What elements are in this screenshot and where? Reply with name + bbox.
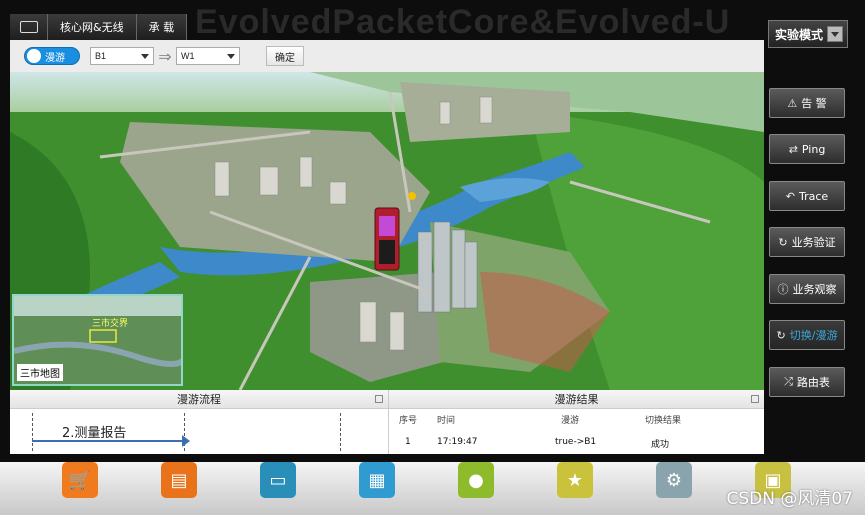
result-panel-title: 漫游结果 — [554, 393, 599, 406]
route-table-label: 路由表 — [796, 376, 830, 389]
calendar-icon[interactable]: ▦ — [359, 462, 395, 498]
target-cell-value: W1 — [181, 51, 195, 61]
background-banner-text: EvolvedPacketCore&Evolved-U — [195, 4, 731, 40]
chevron-down-icon — [827, 26, 843, 42]
flow-arrow — [32, 435, 190, 447]
refresh-icon: ↻ — [778, 235, 788, 249]
shuffle-icon: ⤮ — [784, 375, 793, 388]
route-table-button[interactable]: ⤮ 路由表 — [769, 367, 845, 397]
double-arrow-icon: ⇒ — [158, 46, 172, 66]
chat-icon[interactable]: ● — [458, 462, 494, 498]
service-verify-label: 业务验证 — [791, 236, 836, 249]
handover-roam-button[interactable]: ↻ 切换/漫游 — [769, 320, 845, 350]
result-panel-header: 漫游结果 — [388, 390, 764, 409]
target-cell-select[interactable]: W1 — [176, 47, 240, 65]
column-header-time: 时间 — [437, 416, 456, 426]
breadcrumb-item-core-wireless[interactable]: 核心网&无线 — [48, 14, 137, 40]
maximize-icon[interactable] — [375, 395, 383, 403]
toggle-knob — [27, 49, 41, 63]
cart-icon[interactable]: 🛒 — [62, 462, 98, 498]
row-result: 成功 — [651, 440, 670, 450]
row-roam: true->B1 — [555, 437, 597, 447]
handover-roam-label: 切换/漫游 — [789, 329, 838, 342]
flow-step-label: 2.测量报告 — [62, 426, 127, 441]
column-header-index: 序号 — [399, 416, 418, 426]
flow-panel-header: 漫游流程 — [10, 390, 388, 409]
flow-panel-body: 2.测量报告 — [10, 409, 388, 454]
minimap-label: 三市地图 — [17, 364, 63, 381]
breadcrumb: 核心网&无线 承 载 — [10, 14, 188, 40]
service-observe-button[interactable]: ⓘ 业务观察 — [769, 274, 845, 304]
maximize-icon[interactable] — [751, 395, 759, 403]
mode-select[interactable]: 实验模式 — [768, 20, 848, 48]
result-table: 序号 时间 漫游 切换结果 1 17:19:47 true->B1 成功 — [388, 409, 764, 454]
roam-toolbar: 漫游 B1 ⇒ W1 确定 — [10, 40, 764, 72]
bottom-panels: 漫游流程 2.测量报告 漫游结果 序号 时间 漫游 切换结果 1 17:19:4… — [10, 390, 764, 454]
row-index: 1 — [405, 437, 411, 447]
roam-toggle[interactable]: 漫游 — [24, 47, 80, 65]
column-header-result: 切换结果 — [645, 416, 682, 426]
flow-panel-title: 漫游流程 — [177, 393, 221, 406]
watermark: CSDN @风清07 — [726, 489, 853, 509]
home-icon[interactable] — [10, 14, 48, 40]
handover-icon: ↻ — [776, 328, 786, 342]
app-window: EvolvedPacketCore&Evolved-U 核心网&无线 承 载 漫… — [0, 0, 865, 462]
mode-label: 实验模式 — [775, 27, 824, 42]
minimap[interactable]: 三市交界 三市地图 — [12, 294, 183, 386]
gear-icon[interactable]: ⚙ — [656, 462, 692, 498]
ping-button-label: Ping — [801, 142, 826, 156]
alarm-button-label: 告 警 — [801, 97, 827, 110]
ping-button[interactable]: ⇄ Ping — [769, 134, 845, 164]
action-sidebar: 实验模式 ⚠ 告 警 ⇄ Ping ↶ Trace ↻ 业务验证 ⓘ 业务观察 … — [764, 14, 852, 459]
chevron-down-icon — [227, 53, 235, 59]
ping-icon: ⇄ — [788, 142, 798, 156]
roam-toggle-label: 漫游 — [45, 52, 65, 64]
lifeline — [32, 413, 33, 451]
tv-icon[interactable]: ▭ — [260, 462, 296, 498]
trace-button-label: Trace — [799, 189, 829, 203]
source-cell-value: B1 — [95, 51, 107, 61]
breadcrumb-item-bearer[interactable]: 承 载 — [136, 14, 188, 40]
row-time: 17:19:47 — [437, 437, 478, 447]
column-header-roam: 漫游 — [561, 416, 580, 426]
info-icon: ⓘ — [777, 283, 789, 296]
star-icon[interactable]: ★ — [557, 462, 593, 498]
alarm-button[interactable]: ⚠ 告 警 — [769, 88, 845, 118]
source-cell-select[interactable]: B1 — [90, 47, 154, 65]
chevron-down-icon — [141, 53, 149, 59]
confirm-button[interactable]: 确定 — [266, 46, 304, 66]
trace-icon: ↶ — [785, 189, 796, 203]
trace-button[interactable]: ↶ Trace — [769, 181, 845, 211]
notebook-icon[interactable]: ▤ — [161, 462, 197, 498]
warning-icon: ⚠ — [787, 96, 798, 110]
minimap-area-label: 三市交界 — [92, 317, 128, 329]
mobile-phone-icon — [374, 207, 400, 271]
service-observe-label: 业务观察 — [792, 283, 837, 296]
service-verify-button[interactable]: ↻ 业务验证 — [769, 227, 845, 257]
lifeline — [340, 413, 341, 451]
